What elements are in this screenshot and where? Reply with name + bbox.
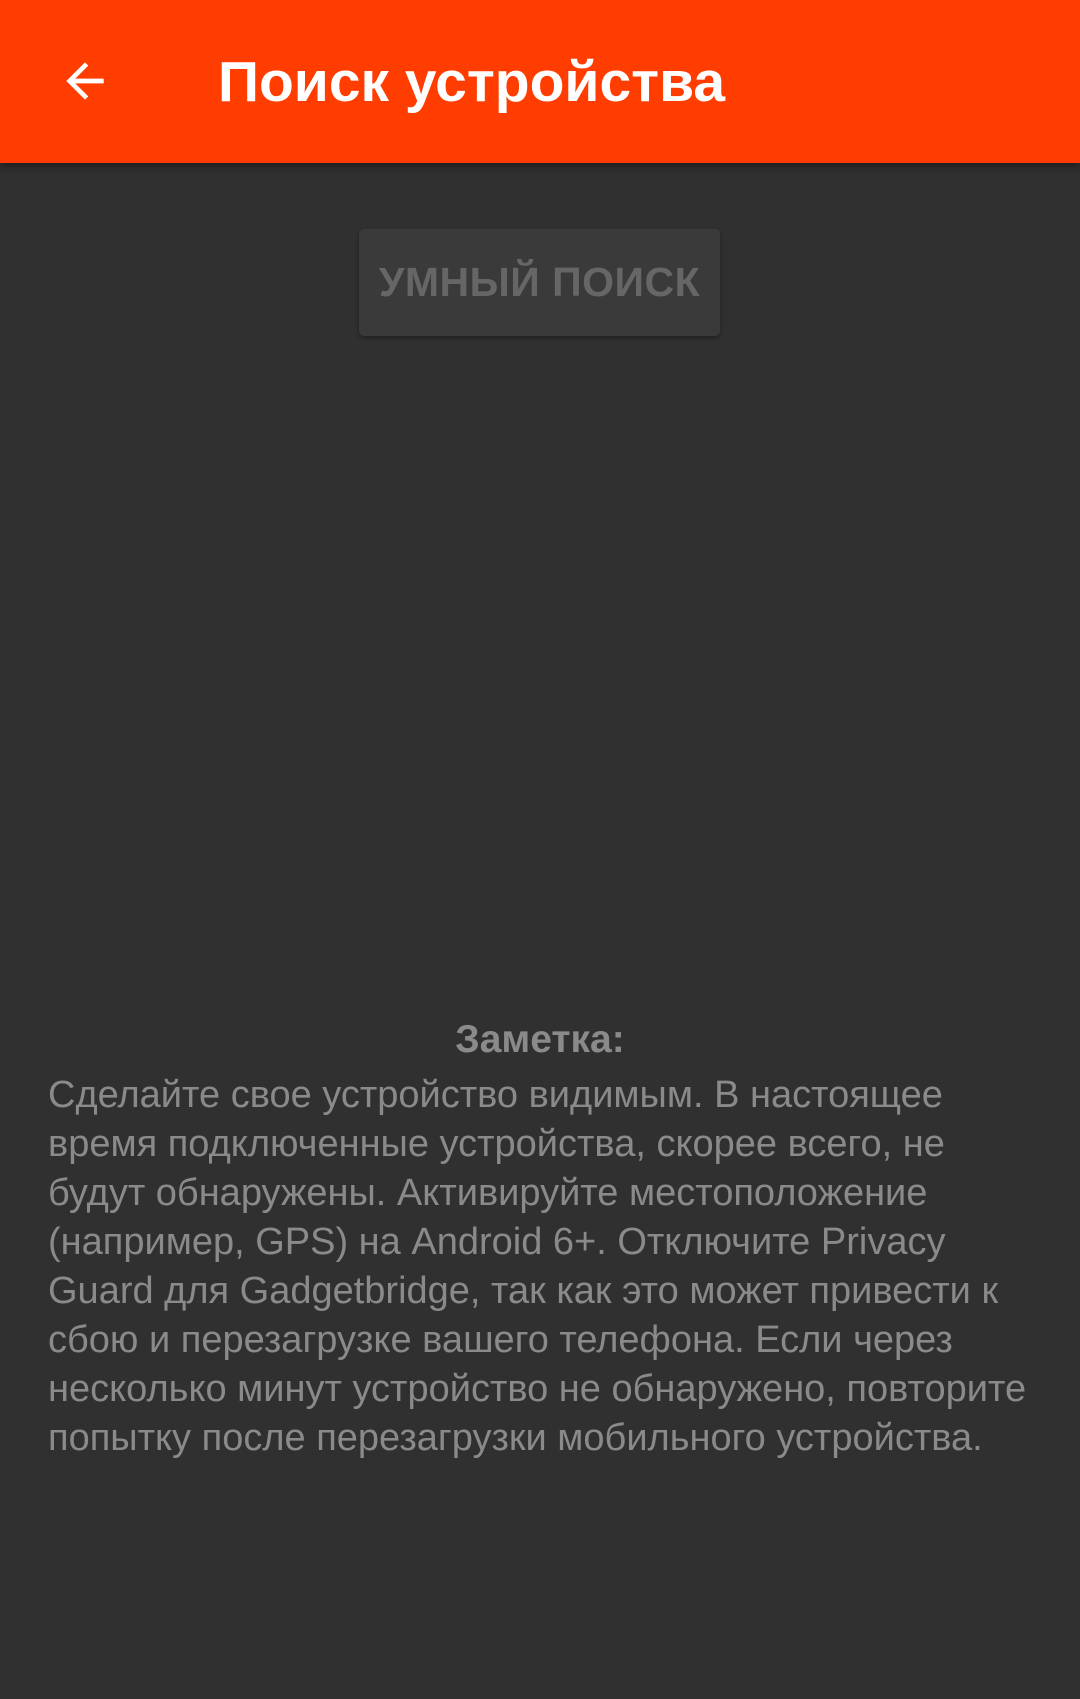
note-text: Сделайте свое устройство видимым. В наст… (48, 1074, 1027, 1459)
note-title: Заметка: (455, 1018, 625, 1061)
back-button[interactable] (40, 36, 130, 126)
discovery-screen: Поиск устройства УМНЫЙ ПОИСК Заметка: Сд… (0, 0, 1080, 1699)
page-title: Поиск устройства (218, 50, 726, 114)
app-bar: Поиск устройства (0, 0, 1080, 163)
arrow-back-icon (66, 62, 104, 100)
smart-search-button[interactable]: УМНЫЙ ПОИСК (359, 229, 720, 336)
